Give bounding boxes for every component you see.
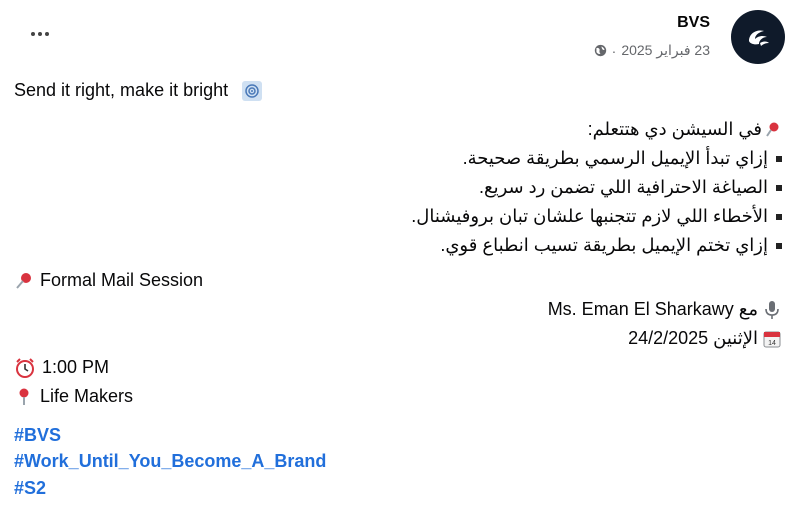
learn-item: الصياغة الاحترافية اللي تضمن رد سريع. (479, 175, 782, 199)
round-pushpin-icon (19, 388, 29, 406)
learn-item-text: إزاي تبدأ الإيميل الرسمي بطريقة صحيحة. (462, 148, 768, 168)
page-name-link[interactable]: BVS (677, 14, 710, 32)
square-bullet-icon (776, 243, 782, 250)
svg-text:14: 14 (768, 340, 776, 347)
pushpin-icon (16, 273, 31, 289)
more-dot (38, 32, 42, 36)
facebook-post: BVS · 23 فبراير 2025 Send it right, make… (0, 0, 800, 511)
session-location: Life Makers (40, 386, 134, 406)
target-emoji-icon (242, 81, 263, 102)
intro-text: Send it right, make it bright (14, 80, 229, 100)
location-line: Life Makers (14, 384, 133, 408)
learn-heading: في السيشن دي هتتعلم: (588, 117, 782, 141)
speaker-name: Ms. Eman El Sharkawy (547, 299, 734, 319)
session-day: الإثنين (713, 328, 758, 348)
hashtag-link[interactable]: #BVS (14, 425, 61, 445)
learn-item: إزاي تختم الإيميل بطريقة تسيب انطباع قوي… (440, 233, 782, 257)
meta-separator: · (611, 42, 617, 59)
post-meta: · 23 فبراير 2025 (594, 42, 710, 59)
learn-item: الأخطاء اللي لازم تتجنبها علشان تبان برو… (411, 204, 782, 228)
more-dot (45, 32, 49, 36)
page-avatar[interactable] (731, 10, 785, 64)
with-prefix: مع (738, 299, 758, 319)
learn-item: إزاي تبدأ الإيميل الرسمي بطريقة صحيحة. (463, 146, 782, 170)
hashtag-row: #Work_Until_You_Become_A_Brand (14, 449, 326, 473)
pushpin-icon (766, 122, 779, 137)
bvs-logo-icon (749, 30, 769, 46)
more-options-button[interactable] (22, 22, 58, 46)
session-time: 1:00 PM (42, 357, 110, 377)
session-title: Formal Mail Session (14, 268, 203, 292)
date-line: 14 الإثنين 24/2/2025 (628, 326, 782, 350)
hashtag-row: #S2 (14, 476, 46, 500)
time-line: 1:00 PM (14, 355, 109, 379)
post-intro: Send it right, make it bright (14, 78, 263, 102)
speaker-line: مع Ms. Eman El Sharkawy (548, 297, 782, 321)
square-bullet-icon (776, 185, 782, 192)
more-horizontal-icon (31, 32, 35, 36)
session-date: 24/2/2025 (628, 328, 709, 348)
alarm-clock-icon (16, 358, 34, 379)
microphone-icon (765, 301, 779, 320)
hashtag-link[interactable]: #S2 (14, 478, 46, 498)
post-date-link[interactable]: 23 فبراير 2025 (621, 42, 710, 59)
learn-heading-text: في السيشن دي هتتعلم: (587, 119, 762, 139)
calendar-icon: 14 (763, 331, 781, 348)
session-title-text: Formal Mail Session (40, 270, 204, 290)
square-bullet-icon (776, 214, 782, 221)
learn-item-text: الأخطاء اللي لازم تتجنبها علشان تبان برو… (411, 206, 768, 226)
learn-item-text: إزاي تختم الإيميل بطريقة تسيب انطباع قوي… (440, 235, 768, 255)
learn-item-text: الصياغة الاحترافية اللي تضمن رد سريع. (478, 177, 768, 197)
hashtag-link[interactable]: #Work_Until_You_Become_A_Brand (14, 451, 326, 471)
hashtag-row: #BVS (14, 423, 61, 447)
square-bullet-icon (776, 156, 782, 163)
globe-icon[interactable] (594, 44, 607, 57)
